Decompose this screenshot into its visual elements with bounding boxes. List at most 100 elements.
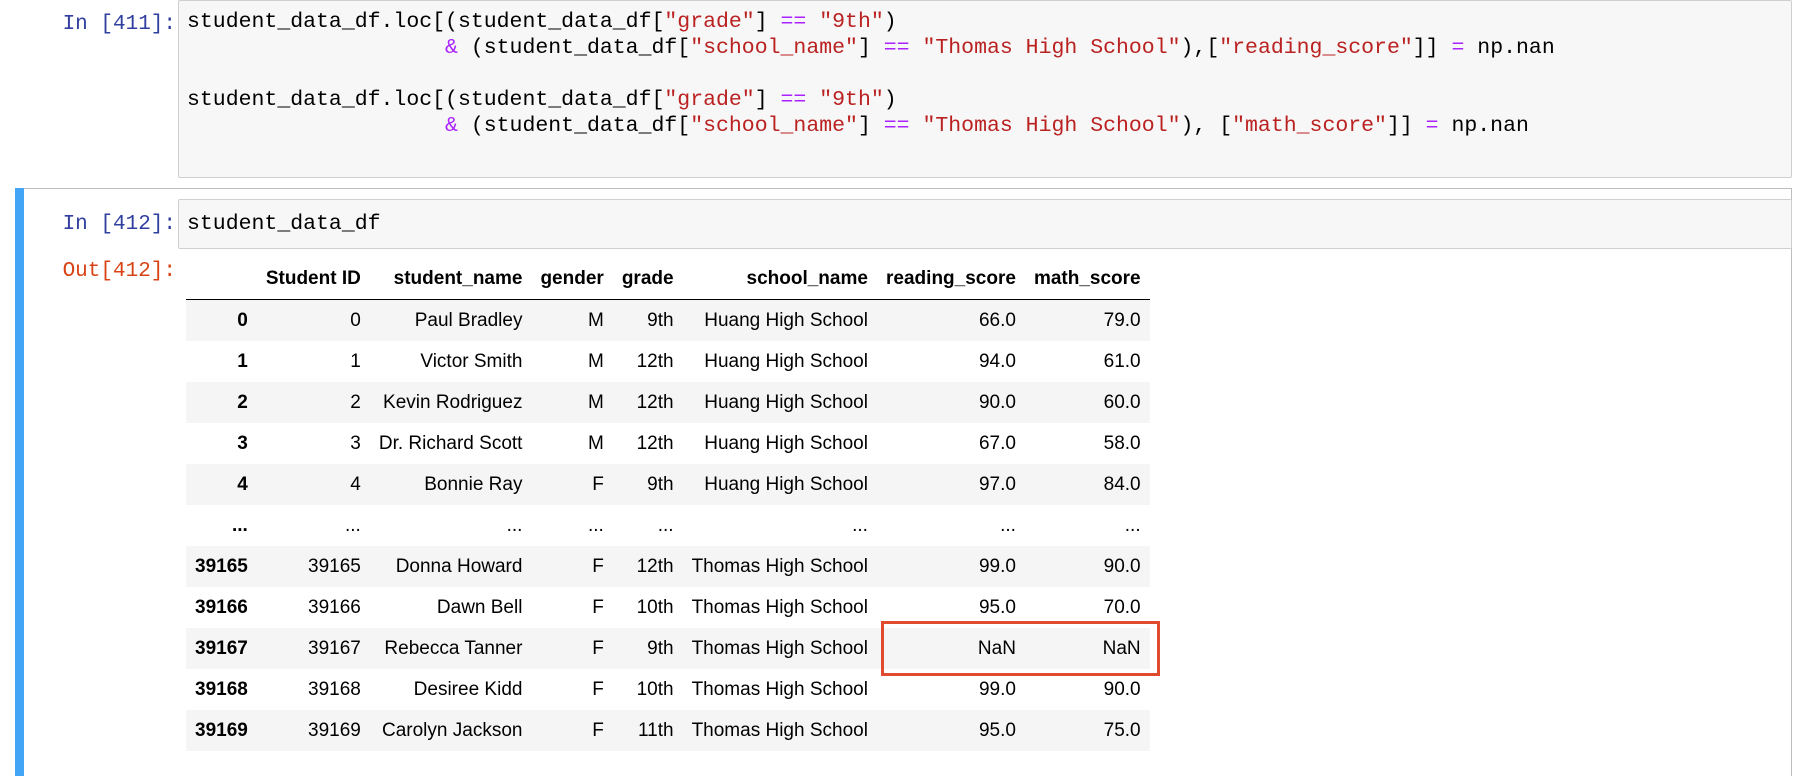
table-cell: Desiree Kidd: [413, 678, 523, 700]
table-cell: 10th: [636, 678, 674, 700]
table-cell: 0: [350, 309, 361, 331]
table-cell: 90.0: [978, 391, 1016, 413]
table-cell: 61.0: [1103, 350, 1141, 372]
table-cell: Thomas High School: [691, 637, 868, 659]
row-index: 3: [237, 432, 248, 454]
table-row: 39168 39168 Desiree Kidd F 10th Thomas High S…: [186, 669, 1150, 710]
table-cell: 4: [350, 473, 361, 495]
selected-cell-indicator: [15, 188, 24, 776]
row-index: 39167: [195, 637, 248, 659]
table-cell: 39169: [308, 719, 361, 741]
row-index: 39165: [195, 555, 248, 577]
table-cell: ...: [345, 514, 361, 536]
table-row: 39166 39166 Dawn Bell F 10th Thomas High Scho…: [186, 587, 1150, 628]
table-cell: Dawn Bell: [436, 596, 523, 618]
code-token: np.nan: [1438, 114, 1529, 138]
table-cell: F: [592, 678, 604, 700]
column-header: math_score: [1024, 258, 1150, 300]
table-cell: NaN: [977, 637, 1016, 659]
output-prompt-412: Out[412]:: [62, 260, 176, 283]
table-header: Student ID student_name gender grade school_…: [186, 258, 1150, 300]
code-token: ): [883, 10, 897, 34]
table-cell: 9th: [647, 473, 674, 495]
code-editor-411[interactable]: student_data_df.loc[(student_data_df["gr…: [178, 0, 1792, 178]
code-token: student_data_df.loc[(student_data_df[: [187, 88, 665, 112]
code-string-token: "9th": [819, 88, 884, 112]
column-header: reading_score: [876, 258, 1025, 300]
table-row: 39165 39165 Donna Howard F 12th Thomas High S…: [186, 546, 1150, 587]
table-cell: Kevin Rodriguez: [383, 391, 523, 413]
code-string-token: "math_score": [1232, 114, 1387, 138]
code-string-token: "grade": [664, 88, 755, 112]
table-cell: Rebecca Tanner: [384, 637, 523, 659]
row-index: 4: [237, 473, 248, 495]
table-cell: F: [592, 596, 604, 618]
code-operator-token: ==: [883, 36, 910, 60]
input-prompt-411: In [411]:: [62, 13, 176, 36]
code-editor-412[interactable]: student_data_df: [178, 199, 1792, 249]
row-index: 1: [237, 350, 248, 372]
table-body: 0 0 Paul Bradley M 9th Huang High School 66.0 7…: [186, 299, 1150, 751]
table-cell: Thomas High School: [691, 596, 868, 618]
code-line: student_data_df: [187, 212, 381, 236]
code-token: ), [: [1180, 114, 1233, 138]
dataframe-output-table: Student ID student_name gender grade school_…: [186, 258, 1150, 751]
code-operator-token: ==: [883, 114, 910, 138]
table-cell: 99.0: [978, 555, 1016, 577]
table-cell: Huang High School: [704, 432, 868, 454]
table-cell: 90.0: [1103, 555, 1141, 577]
table-cell: 67.0: [978, 432, 1016, 454]
code-line: student_data_df.loc[(student_data_df["gr…: [187, 9, 1555, 35]
column-header: grade: [612, 258, 683, 300]
table-cell: 97.0: [978, 473, 1016, 495]
table-cell: 95.0: [978, 719, 1016, 741]
table-cell: 9th: [647, 637, 674, 659]
code-string-token: "school_name": [690, 114, 858, 138]
code-operator-token: &: [445, 36, 458, 60]
table-cell: Victor Smith: [420, 350, 523, 372]
row-index: 39166: [195, 596, 248, 618]
table-cell: Huang High School: [704, 350, 868, 372]
table-cell: M: [587, 432, 604, 454]
code-token: ]: [857, 114, 884, 138]
table-cell: Dr. Richard Scott: [378, 432, 523, 454]
column-header: Student ID: [256, 258, 370, 300]
table-cell: ...: [587, 514, 604, 536]
table-cell: Huang High School: [704, 473, 868, 495]
table-cell: 99.0: [978, 678, 1016, 700]
table-cell: Donna Howard: [395, 555, 523, 577]
table-row: 2 2 Kevin Rodriguez M 12th Huang High School 9…: [186, 382, 1150, 423]
table-cell: Thomas High School: [691, 555, 868, 577]
row-index: 2: [237, 391, 248, 413]
table-cell: 66.0: [978, 309, 1016, 331]
table-cell: ...: [657, 514, 674, 536]
code-operator-token: ==: [780, 88, 807, 112]
table-cell: NaN: [1102, 637, 1141, 659]
row-index: ...: [232, 514, 248, 536]
table-cell: F: [592, 637, 604, 659]
code-line: & (student_data_df["school_name"] == "Th…: [187, 113, 1555, 139]
table-cell: 60.0: [1103, 391, 1141, 413]
table-cell: 12th: [636, 432, 674, 454]
table-cell: 2: [350, 391, 361, 413]
code-string-token: "Thomas High School": [922, 114, 1181, 138]
table-cell: 39166: [308, 596, 361, 618]
table-cell: Bonnie Ray: [424, 473, 523, 495]
table-cell: 94.0: [978, 350, 1016, 372]
table-cell: 70.0: [1103, 596, 1141, 618]
table-cell: F: [592, 555, 604, 577]
table-cell: Huang High School: [704, 391, 868, 413]
code-string-token: "9th": [819, 10, 884, 34]
table-cell: F: [592, 719, 604, 741]
table-cell: 75.0: [1103, 719, 1141, 741]
table-cell: 11th: [637, 719, 674, 741]
code-string-token: "Thomas High School": [922, 36, 1181, 60]
table-cell: 39167: [308, 637, 361, 659]
table-cell: ...: [1124, 514, 1141, 536]
code-text-412: student_data_df: [187, 211, 381, 237]
code-cell-411[interactable]: In [411]: student_data_df.loc[(student_d…: [0, 0, 1806, 184]
table-cell: ...: [506, 514, 523, 536]
